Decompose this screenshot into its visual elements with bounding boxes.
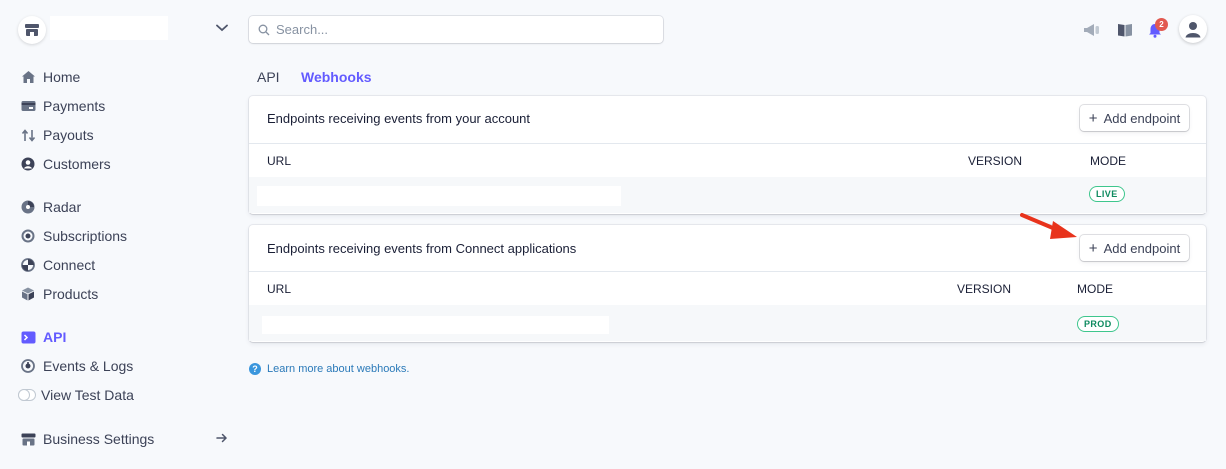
sidebar-item-label: Payments [43, 98, 106, 114]
toggle-switch[interactable] [18, 389, 36, 401]
table-row[interactable]: LIVE [249, 177, 1206, 213]
arrow-right-icon[interactable] [216, 432, 228, 444]
divider [249, 271, 1206, 272]
sidebar-item-connect[interactable]: Connect [20, 255, 95, 275]
products-icon [20, 286, 36, 302]
plus-icon: + [1088, 109, 1098, 127]
learn-more-text: Learn more about webhooks. [267, 363, 410, 375]
home-icon [20, 69, 36, 85]
business-settings-icon [20, 431, 36, 447]
connect-icon [20, 257, 36, 273]
add-endpoint-label: Add endpoint [1103, 110, 1181, 126]
payouts-icon [20, 127, 36, 143]
sidebar-item-label: Products [43, 286, 99, 302]
column-header-version: VERSION [957, 282, 1012, 296]
payments-icon [20, 98, 36, 114]
divider [249, 143, 1206, 144]
sidebar-item-business-settings[interactable]: Business Settings [20, 429, 154, 449]
tab-api[interactable]: API [257, 69, 280, 85]
sidebar-item-label: Subscriptions [43, 228, 128, 244]
sidebar-item-home[interactable]: Home [20, 67, 80, 87]
chevron-down-icon[interactable] [216, 24, 228, 32]
account-endpoints-card: Endpoints receiving events from your acc… [249, 96, 1206, 214]
endpoint-url[interactable] [262, 316, 609, 334]
mode-badge-live: LIVE [1089, 186, 1125, 202]
sidebar-item-label: View Test Data [41, 387, 134, 403]
column-header-version: VERSION [968, 154, 1023, 168]
sidebar-item-label: Home [43, 69, 81, 85]
tab-webhooks[interactable]: Webhooks [301, 69, 372, 85]
sidebar-item-subscriptions[interactable]: Subscriptions [20, 226, 127, 246]
column-header-url: URL [267, 282, 292, 296]
subscriptions-icon [20, 228, 36, 244]
api-icon [20, 329, 36, 345]
sidebar-item-label: Radar [43, 199, 82, 215]
view-test-data-toggle[interactable]: View Test Data [18, 385, 134, 405]
sidebar-item-customers[interactable]: Customers [20, 154, 111, 174]
annotation-arrow-icon [1020, 212, 1080, 245]
sidebar-item-payments[interactable]: Payments [20, 96, 105, 116]
radar-icon [20, 199, 36, 215]
sidebar-item-api[interactable]: API [20, 327, 66, 347]
avatar[interactable] [1179, 15, 1207, 43]
events-icon [20, 358, 36, 374]
sidebar-item-events-logs[interactable]: Events & Logs [20, 356, 133, 376]
account-logo[interactable] [18, 16, 46, 44]
customers-icon [20, 156, 36, 172]
column-header-url: URL [267, 154, 292, 168]
sidebar-item-label: Business Settings [43, 431, 155, 447]
sidebar-item-label: Events & Logs [43, 358, 134, 374]
sidebar-item-label: Connect [43, 257, 96, 273]
column-header-mode: MODE [1090, 154, 1126, 168]
endpoint-url[interactable] [257, 186, 621, 206]
book-icon[interactable] [1115, 20, 1135, 40]
card-title: Endpoints receiving events from your acc… [267, 111, 531, 126]
add-endpoint-label: Add endpoint [1103, 240, 1181, 256]
add-endpoint-button[interactable]: + Add endpoint [1080, 105, 1189, 131]
user-icon [1185, 21, 1201, 38]
search-input[interactable] [276, 22, 656, 37]
column-header-mode: MODE [1077, 282, 1113, 296]
sidebar-item-label: API [43, 329, 67, 345]
sidebar-item-label: Customers [43, 156, 111, 172]
account-name[interactable] [50, 16, 168, 40]
add-endpoint-button[interactable]: + Add endpoint [1080, 235, 1189, 261]
notification-badge: 2 [1155, 18, 1168, 31]
table-row[interactable]: PROD [249, 305, 1206, 341]
card-title: Endpoints receiving events from Connect … [267, 241, 577, 256]
mode-badge-prod: PROD [1077, 316, 1119, 332]
search-bar[interactable] [249, 16, 663, 43]
store-icon [25, 24, 39, 36]
sidebar-item-payouts[interactable]: Payouts [20, 125, 94, 145]
sidebar-item-radar[interactable]: Radar [20, 197, 81, 217]
sidebar-item-products[interactable]: Products [20, 284, 98, 304]
search-icon [258, 24, 270, 36]
help-icon: ? [249, 363, 261, 375]
plus-icon: + [1088, 239, 1098, 257]
megaphone-icon[interactable] [1082, 20, 1102, 40]
learn-more-link[interactable]: ? Learn more about webhooks. [249, 363, 409, 375]
sidebar-item-label: Payouts [43, 127, 94, 143]
